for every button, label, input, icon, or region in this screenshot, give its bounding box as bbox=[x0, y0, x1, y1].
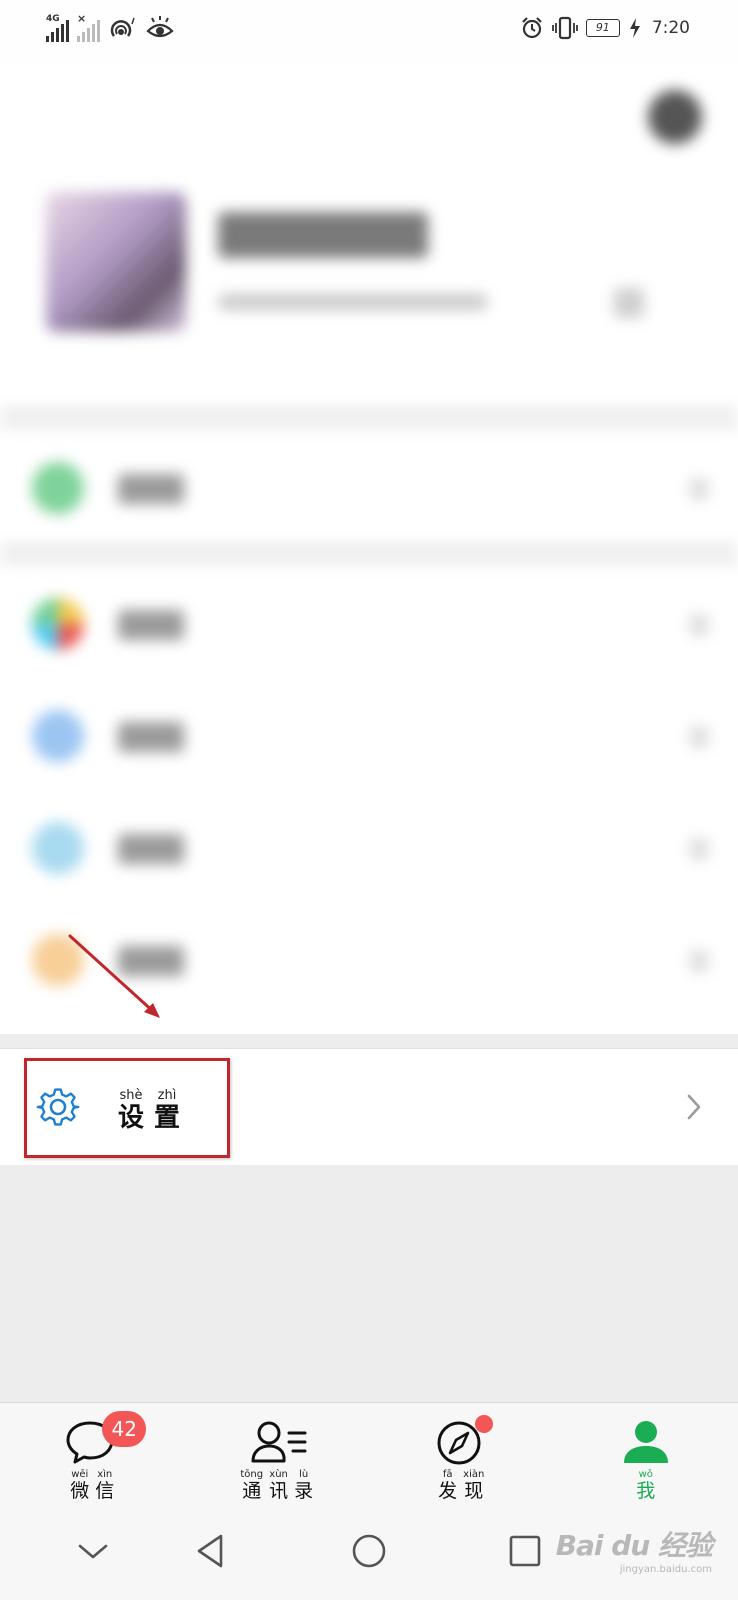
tab-weixin[interactable]: 42 wēi 微 xìn 信 bbox=[0, 1403, 185, 1503]
tab-pinyin: lù bbox=[299, 1469, 309, 1480]
status-time: 7:20 bbox=[651, 18, 690, 38]
tab-me[interactable]: wǒ 我 bbox=[554, 1403, 738, 1503]
arrow-annotation bbox=[68, 934, 160, 1018]
network-label: 4G bbox=[46, 14, 60, 24]
person-icon bbox=[623, 1421, 668, 1463]
tab-hanzi: 信 bbox=[95, 1480, 115, 1502]
tab-hanzi: 录 bbox=[294, 1480, 314, 1502]
camera-icon[interactable] bbox=[648, 90, 702, 144]
pay-icon bbox=[32, 462, 84, 514]
unread-badge: 42 bbox=[102, 1411, 147, 1447]
watermark-url: jingyan.baidu.com bbox=[619, 1564, 712, 1575]
menu-row-moments[interactable] bbox=[0, 678, 738, 790]
eye-icon bbox=[146, 16, 174, 38]
menu-row-pay[interactable] bbox=[0, 430, 738, 542]
chevron-right-icon bbox=[687, 1094, 701, 1120]
chevron-down-icon[interactable] bbox=[70, 1528, 116, 1574]
profile-id-redacted bbox=[218, 294, 488, 310]
battery-icon: 91 bbox=[585, 19, 620, 37]
system-nav-bar: Bai du 经验 jingyan.baidu.com bbox=[0, 1502, 738, 1600]
menu-row-cards[interactable] bbox=[0, 790, 738, 902]
tab-pinyin: tōng bbox=[240, 1469, 264, 1480]
status-right: 91 7:20 bbox=[520, 16, 690, 40]
tab-hanzi: 我 bbox=[636, 1480, 656, 1502]
tab-hanzi: 微 bbox=[70, 1480, 90, 1502]
tab-pinyin: fā bbox=[442, 1469, 453, 1480]
menu-row-favorites[interactable] bbox=[0, 566, 738, 678]
tab-pinyin: wǒ bbox=[638, 1469, 653, 1480]
cards-icon bbox=[32, 822, 84, 874]
back-triangle-icon[interactable] bbox=[188, 1528, 234, 1574]
tab-pinyin: xùn bbox=[269, 1469, 288, 1480]
avatar[interactable] bbox=[46, 192, 186, 332]
tab-pinyin: xìn bbox=[97, 1469, 113, 1480]
tab-contacts[interactable]: tōng 通 xùn 讯 lù 录 bbox=[185, 1403, 370, 1503]
status-left: 4G × bbox=[46, 12, 174, 42]
moments-icon bbox=[32, 710, 84, 762]
charging-icon bbox=[629, 18, 640, 38]
tab-bar: 42 wēi 微 xìn 信 tōng 通 xùn 讯 lù 录 fā 发 xi… bbox=[0, 1402, 738, 1503]
blurred-profile-area bbox=[0, 62, 738, 1034]
recents-square-icon[interactable] bbox=[502, 1528, 548, 1574]
tab-hanzi: 发 bbox=[438, 1480, 458, 1502]
highlight-annotation bbox=[24, 1058, 230, 1158]
signal-icon: 4G bbox=[46, 14, 69, 42]
tab-pinyin: wēi bbox=[71, 1469, 89, 1480]
tab-pinyin: xiàn bbox=[463, 1469, 485, 1480]
tab-hanzi: 通 bbox=[242, 1480, 262, 1502]
section-divider bbox=[0, 542, 738, 566]
tab-hanzi: 讯 bbox=[269, 1480, 289, 1502]
vibrate-icon bbox=[551, 16, 578, 40]
hotspot-icon bbox=[110, 17, 135, 37]
favorites-icon bbox=[32, 598, 84, 650]
tab-discover[interactable]: fā 发 xiàn 现 bbox=[369, 1403, 554, 1503]
tab-hanzi: 现 bbox=[464, 1480, 484, 1502]
watermark-logo: Bai du 经验 bbox=[555, 1529, 713, 1562]
profile-name-redacted bbox=[218, 212, 428, 258]
status-bar: 4G × 91 7:20 bbox=[0, 0, 738, 62]
new-content-dot bbox=[475, 1415, 494, 1433]
baidu-watermark: Bai du 经验 jingyan.baidu.com bbox=[555, 1524, 713, 1575]
qr-code-icon[interactable] bbox=[614, 288, 644, 318]
contacts-icon bbox=[251, 1421, 307, 1463]
home-circle-icon[interactable] bbox=[346, 1528, 392, 1574]
alarm-icon bbox=[522, 17, 542, 39]
no-signal-icon: × bbox=[77, 12, 100, 42]
section-divider bbox=[0, 406, 738, 430]
